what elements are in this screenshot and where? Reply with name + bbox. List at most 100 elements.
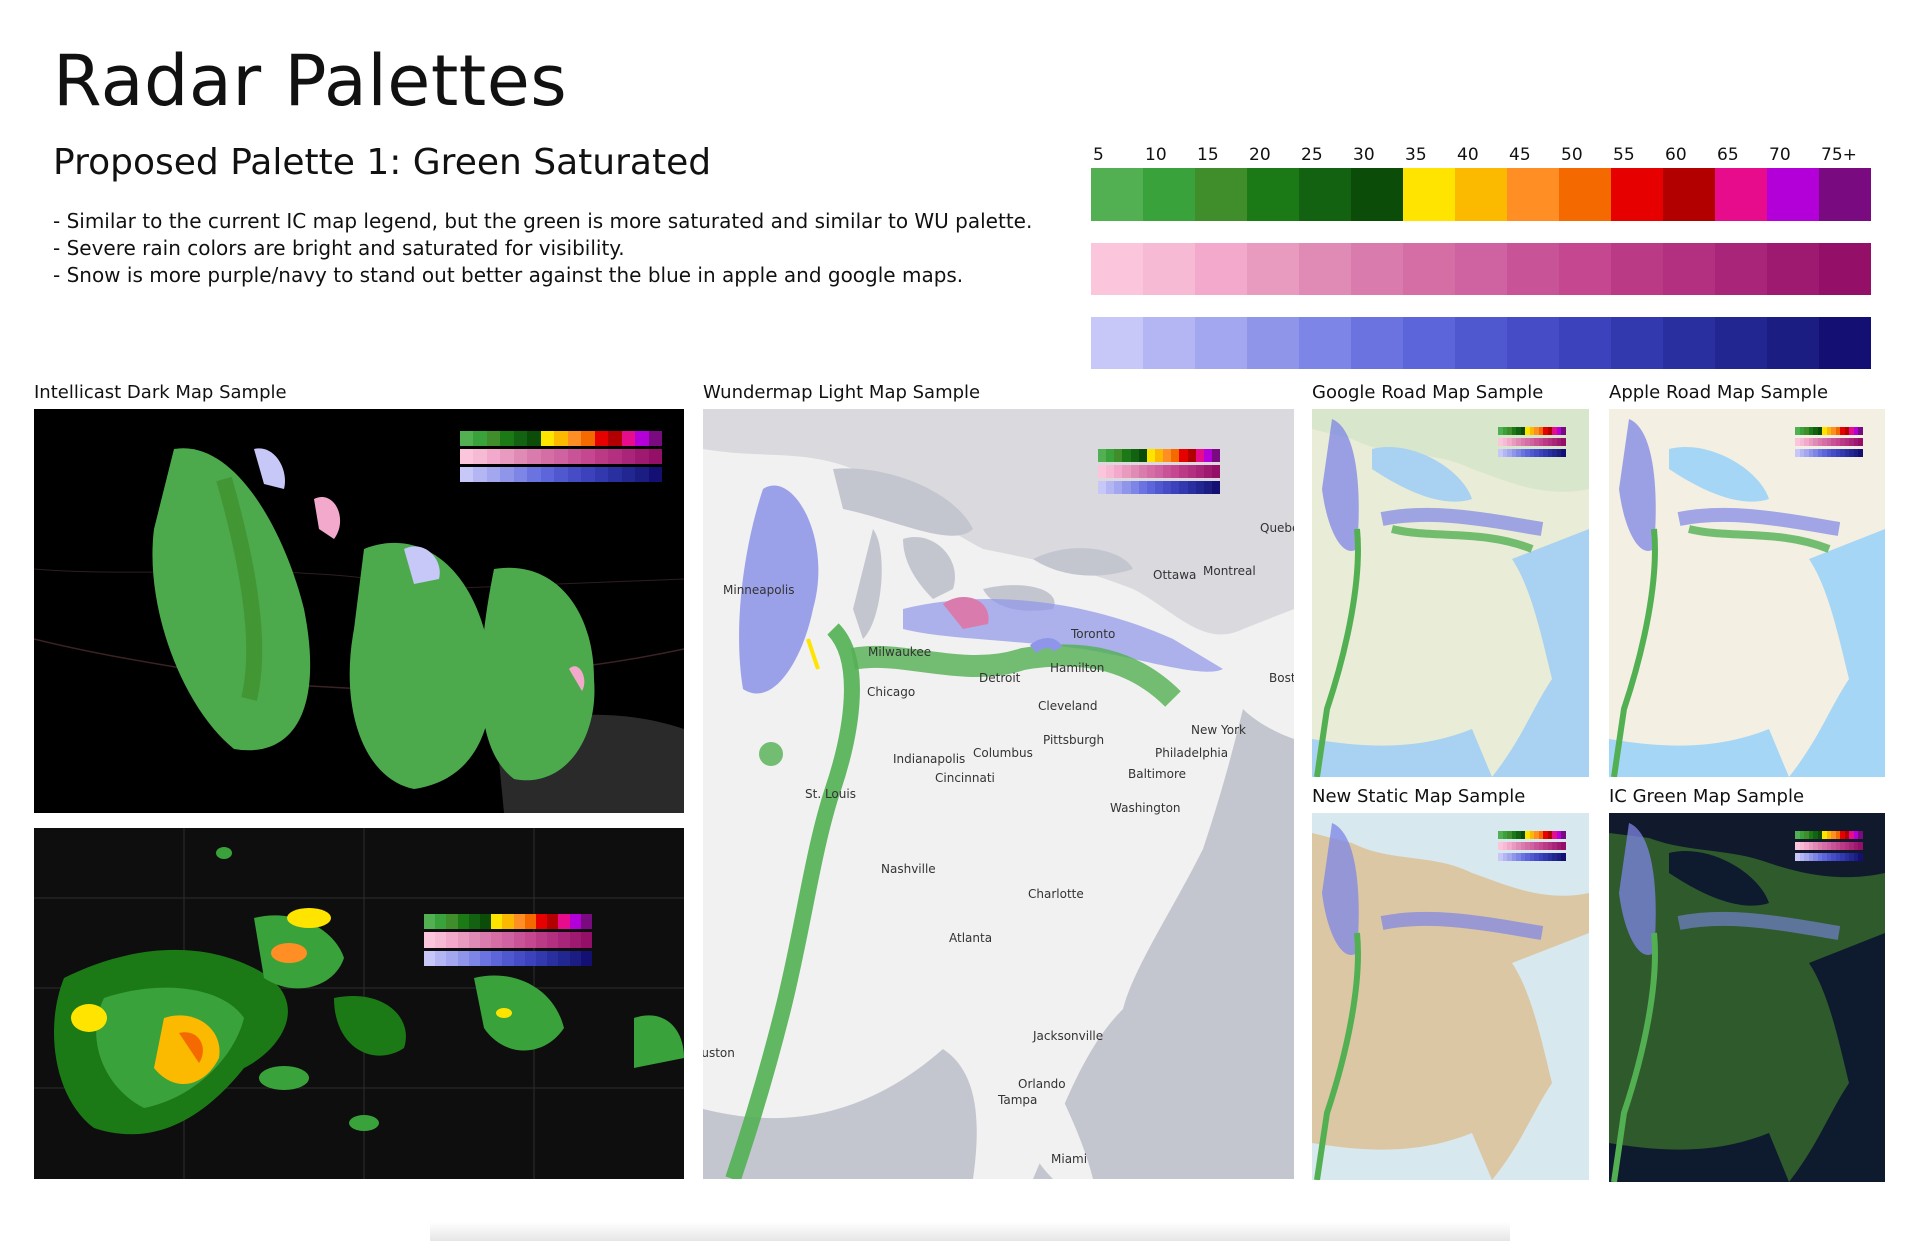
mini-legend-row [424,950,593,966]
palette-subtitle: Proposed Palette 1: Green Saturated [53,142,712,183]
palette-swatch [1559,243,1611,295]
new-static-map [1312,813,1589,1180]
palette-swatch [1507,243,1559,295]
palette-swatch [1611,243,1663,295]
map-legend [1795,427,1863,457]
intellicast-dark-map [34,409,684,813]
mini-legend-row [1498,427,1566,435]
caption-wundermap-light: Wundermap Light Map Sample [703,382,981,403]
mini-legend-row [1498,853,1566,861]
city-label: Cincinnati [935,771,995,785]
legend-label: 60 [1665,145,1687,165]
palette-swatch [1195,317,1247,369]
palette-swatch [1819,317,1871,369]
mini-legend-row [424,932,593,948]
legend-label: 65 [1717,145,1739,165]
palette-swatch [1767,168,1819,221]
palette-swatch [1715,168,1767,221]
intellicast-dark-storm-map [34,828,684,1179]
snow-palette-bar [1091,317,1871,369]
mini-legend-row [1795,842,1863,850]
palette-swatch [1091,168,1143,221]
legend-label: 10 [1145,145,1167,165]
city-label: Pittsburgh [1043,733,1105,747]
city-label: Nashville [881,862,936,876]
palette-swatch [1143,317,1195,369]
mini-legend-row [1098,449,1221,462]
palette-swatch [1403,317,1455,369]
palette-swatch [1611,168,1663,221]
city-label: Jacksonville [1033,1029,1104,1043]
palette-swatch [1403,243,1455,295]
legend-label: 70 [1769,145,1791,165]
mini-legend-row [1498,438,1566,446]
palette-swatch [1247,243,1299,295]
rain-palette-bar [1091,168,1871,221]
map-graphic [1609,813,1885,1182]
city-label: Miami [1051,1152,1088,1166]
palette-swatch [1299,168,1351,221]
legend-label: 5 [1093,145,1104,165]
palette-swatch [1351,168,1403,221]
caption-new-static: New Static Map Sample [1312,786,1526,807]
caption-ic-green: IC Green Map Sample [1609,786,1805,807]
legend-label: 20 [1249,145,1271,165]
google-road-map [1312,409,1589,777]
palette-swatch [1195,168,1247,221]
city-label: Detroit [979,671,1021,685]
city-label: Washington [1110,801,1181,815]
palette-swatch [1247,317,1299,369]
palette-swatch [1403,168,1455,221]
city-label: Orlando [1018,1077,1066,1091]
city-label: Chicago [867,685,916,699]
city-label: Quebec [1260,521,1294,535]
map-legend [1498,831,1566,861]
palette-swatch [1715,243,1767,295]
map-graphic [1312,813,1589,1180]
legend-label: 50 [1561,145,1583,165]
caption-apple-road: Apple Road Map Sample [1609,382,1829,403]
map-graphic [34,828,684,1179]
mini-legend-row [460,431,663,446]
palette-swatch [1247,168,1299,221]
mini-legend-row [1098,465,1221,478]
palette-swatch [1819,243,1871,295]
note-item: - Snow is more purple/navy to stand out … [53,263,964,287]
city-label: Hamilton [1050,661,1105,675]
palette-swatch [1299,317,1351,369]
mini-legend-row [1795,831,1863,839]
mini-legend-row [460,449,663,464]
mini-legend-row [1498,449,1566,457]
palette-swatch [1299,243,1351,295]
mini-legend-row [1795,853,1863,861]
apple-road-map [1609,409,1885,777]
legend-scale-labels: 5 10 15 20 25 30 35 40 45 50 55 60 65 70 75+ [1091,145,1871,169]
mini-legend-row [1795,427,1863,435]
city-label: Ottawa [1153,568,1197,582]
mini-legend-row [424,914,593,930]
legend-label: 75+ [1821,145,1857,165]
mini-legend-row [1098,481,1221,494]
palette-swatch [1351,243,1403,295]
palette-swatch [1767,243,1819,295]
map-graphic [703,409,1294,1179]
palette-swatch [1091,243,1143,295]
city-label: Montreal [1203,564,1256,578]
mini-legend-row [1795,438,1863,446]
palette-swatch [1819,168,1871,221]
wundermap-light-map: Minneapolis Milwaukee Chicago Detroit Cl… [703,409,1294,1179]
map-legend [1098,449,1221,494]
palette-swatch [1143,168,1195,221]
page-bottom-shadow [430,1222,1510,1241]
map-legend [424,914,593,966]
palette-swatch [1611,317,1663,369]
palette-swatch [1507,317,1559,369]
legend-label: 15 [1197,145,1219,165]
map-legend [1795,831,1863,861]
city-label: Indianapolis [893,752,966,766]
palette-swatch [1351,317,1403,369]
city-label: Houston [703,1046,735,1060]
legend-label: 35 [1405,145,1427,165]
city-label: Philadelphia [1155,746,1229,760]
palette-swatch [1663,243,1715,295]
